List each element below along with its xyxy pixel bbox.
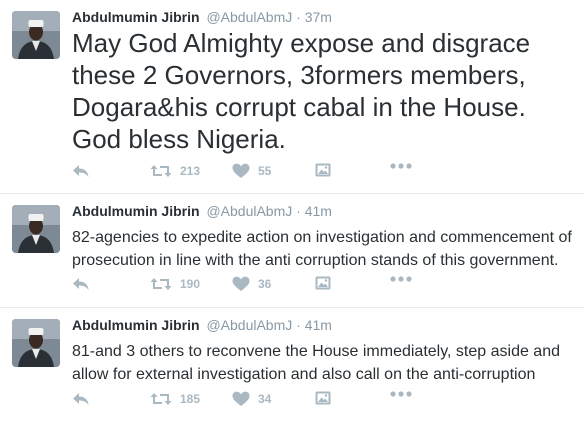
like-button[interactable]: 55 <box>232 163 271 179</box>
avatar[interactable] <box>12 11 60 59</box>
tweet[interactable]: Abdulmumin Jibrin @AbdulAbmJ · 41m 81-an… <box>0 308 584 428</box>
tweet-actions: 190 36 <box>72 276 542 298</box>
tweet-text: 81-and 3 others to reconvene the House i… <box>72 343 560 383</box>
avatar-image <box>12 205 60 253</box>
heart-icon <box>232 276 250 291</box>
image-icon <box>315 276 331 290</box>
author-name[interactable]: Abdulmumin Jibrin <box>72 317 200 333</box>
retweet-button[interactable]: 190 <box>150 276 200 292</box>
avatar-image <box>12 11 60 59</box>
tweet-timeline: Abdulmumin Jibrin @AbdulAbmJ · 37m May G… <box>0 0 584 428</box>
retweet-button[interactable]: 213 <box>150 163 200 179</box>
tweet-actions: 213 55 <box>72 163 542 185</box>
image-icon <box>315 391 331 405</box>
retweet-icon <box>150 278 172 290</box>
more-icon <box>390 276 412 282</box>
heart-icon <box>232 163 250 178</box>
reply-icon <box>73 393 89 405</box>
tweet[interactable]: Abdulmumin Jibrin @AbdulAbmJ · 37m May G… <box>0 0 584 194</box>
retweet-count: 190 <box>180 277 201 291</box>
image-button[interactable] <box>315 391 331 405</box>
tweet-actions: 185 34 <box>72 391 542 413</box>
retweet-count: 185 <box>180 392 201 406</box>
heart-icon <box>232 391 250 406</box>
image-button[interactable] <box>315 163 331 177</box>
author-username[interactable]: @AbdulAbmJ <box>206 203 292 219</box>
more-button[interactable] <box>390 163 412 169</box>
tweet-header: Abdulmumin Jibrin @AbdulAbmJ · 41m <box>72 202 332 220</box>
separator: · <box>296 9 301 25</box>
tweet-timestamp[interactable]: 41m <box>305 317 332 333</box>
author-username[interactable]: @AbdulAbmJ <box>206 9 292 25</box>
retweet-icon <box>150 393 172 405</box>
reply-button[interactable] <box>72 276 90 292</box>
more-button[interactable] <box>390 276 412 282</box>
reply-button[interactable] <box>72 163 90 179</box>
like-button[interactable]: 36 <box>232 276 271 292</box>
like-count: 34 <box>258 392 272 406</box>
author-name[interactable]: Abdulmumin Jibrin <box>72 203 200 219</box>
tweet-timestamp[interactable]: 41m <box>305 203 332 219</box>
tweet[interactable]: Abdulmumin Jibrin @AbdulAbmJ · 41m 82-ag… <box>0 194 584 308</box>
more-button[interactable] <box>390 391 412 397</box>
more-icon <box>390 163 412 169</box>
like-button[interactable]: 34 <box>232 391 271 407</box>
reply-icon <box>73 165 89 177</box>
retweet-count: 213 <box>180 164 201 178</box>
image-button[interactable] <box>315 276 331 290</box>
tweet-header: Abdulmumin Jibrin @AbdulAbmJ · 41m <box>72 316 332 334</box>
separator: · <box>296 317 301 333</box>
more-icon <box>390 391 412 397</box>
author-username[interactable]: @AbdulAbmJ <box>206 317 292 333</box>
like-count: 36 <box>258 277 272 291</box>
avatar[interactable] <box>12 205 60 253</box>
tweet-text: 82-agencies to expedite action on invest… <box>72 229 572 269</box>
tweet-timestamp[interactable]: 37m <box>305 9 332 25</box>
author-name[interactable]: Abdulmumin Jibrin <box>72 9 200 25</box>
tweet-header: Abdulmumin Jibrin @AbdulAbmJ · 37m <box>72 8 332 26</box>
retweet-button[interactable]: 185 <box>150 391 200 407</box>
avatar[interactable] <box>12 319 60 367</box>
reply-icon <box>73 278 89 290</box>
avatar-image <box>12 319 60 367</box>
image-icon <box>315 163 331 177</box>
tweet-text: May God Almighty expose and disgrace the… <box>72 28 531 154</box>
separator: · <box>296 203 301 219</box>
like-count: 55 <box>258 164 272 178</box>
reply-button[interactable] <box>72 391 90 407</box>
retweet-icon <box>150 165 172 177</box>
